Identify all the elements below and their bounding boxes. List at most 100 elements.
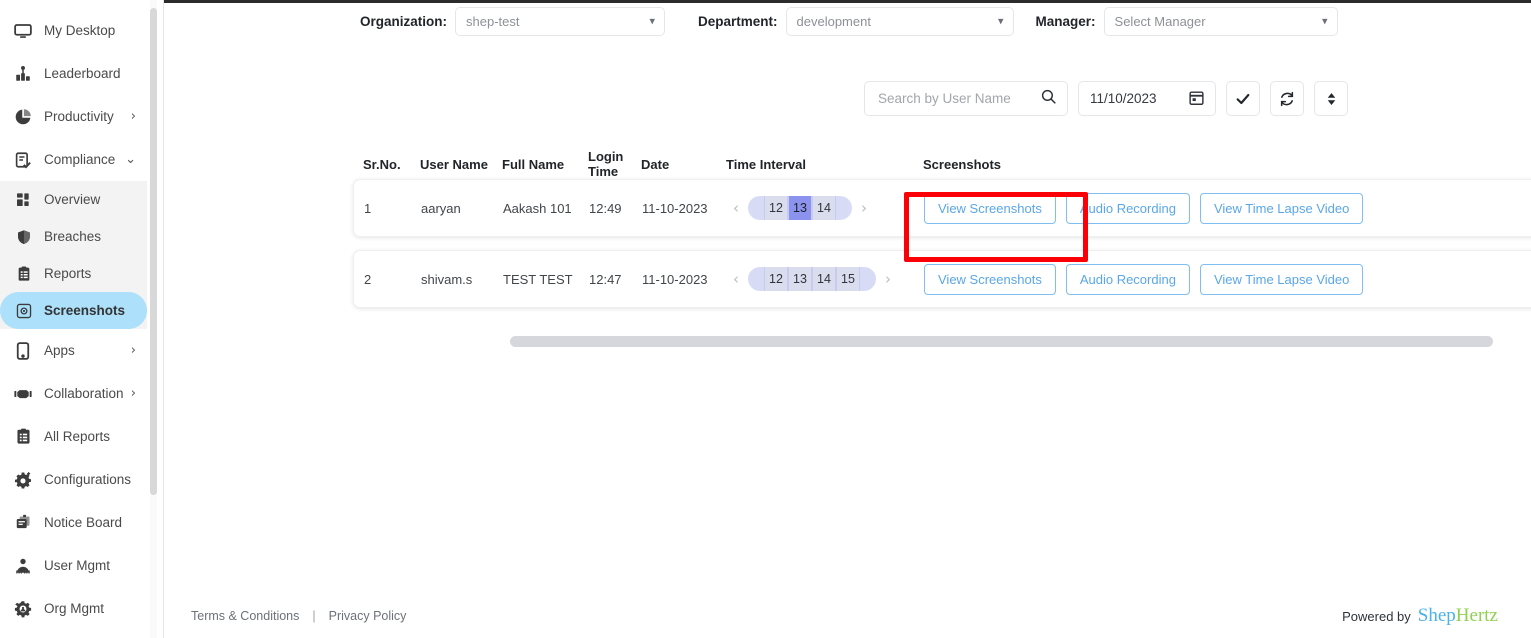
manager-label: Manager: <box>1035 13 1096 29</box>
interval-option[interactable]: 12 <box>764 196 788 220</box>
gear-plus-icon <box>12 469 34 491</box>
interval-option[interactable]: 12 <box>764 267 788 291</box>
audio-recording-button[interactable]: Audio Recording <box>1065 192 1190 224</box>
search-icon[interactable] <box>1040 88 1057 110</box>
manager-value: Select Manager <box>1114 13 1206 29</box>
sidebar-item-notice-board[interactable]: Notice Board <box>0 501 164 544</box>
sidebar-item-reports[interactable]: Reports <box>0 255 164 292</box>
mobile-icon <box>12 340 34 362</box>
sidebar-item-apps[interactable]: Apps › <box>0 329 164 372</box>
interval-option[interactable]: 15 <box>836 267 860 291</box>
chevron-down-icon: ⌄ <box>125 152 136 167</box>
sidebar-item-label: User Mgmt <box>44 558 111 573</box>
table-toolbar: 11/10/2023 <box>864 81 1348 116</box>
calendar-icon[interactable] <box>1188 89 1205 109</box>
sidebar-scrollbar-thumb[interactable] <box>150 8 157 495</box>
interval-next-arrow[interactable]: › <box>855 199 873 217</box>
sidebar-item-all-reports[interactable]: All Reports <box>0 415 164 458</box>
audio-recording-button[interactable]: Audio Recording <box>1065 263 1190 295</box>
column-header: Login Time <box>588 149 624 179</box>
sidebar-item-leaderboard[interactable]: Leaderboard <box>0 52 164 95</box>
time-interval-pager: ‹ 12 13 14 15 › <box>727 267 924 291</box>
interval-option[interactable]: 14 <box>812 196 836 220</box>
sidebar-item-org-mgmt[interactable]: Org Mgmt <box>0 587 164 630</box>
shield-icon <box>14 226 34 248</box>
interval-prev-arrow[interactable]: ‹ <box>727 199 745 217</box>
view-time-lapse-video-button[interactable]: View Time Lapse Video <box>1199 263 1364 295</box>
footer: Terms & Conditions | Privacy Policy Powe… <box>164 594 1531 638</box>
sidebar-item-screenshots[interactable]: Screenshots <box>0 292 147 329</box>
view-screenshots-button[interactable]: View Screenshots <box>924 192 1056 224</box>
grid-icon <box>14 189 34 211</box>
search-box[interactable] <box>864 81 1068 116</box>
clipboard-check-icon <box>12 149 34 171</box>
shephertz-logo: ShepHertz <box>1418 605 1498 627</box>
users-icon <box>12 555 34 577</box>
column-header: Sr.No. <box>363 156 401 172</box>
sidebar-item-productivity[interactable]: Productivity › <box>0 95 164 138</box>
powered-by-label: Powered by <box>1342 609 1411 624</box>
time-interval-pager: ‹ 12 13 14 › <box>727 196 924 220</box>
sort-button[interactable] <box>1314 81 1348 116</box>
sidebar-item-compliance[interactable]: Compliance ⌄ <box>0 138 164 181</box>
sidebar-item-user-mgmt[interactable]: User Mgmt <box>0 544 164 587</box>
table-row: 2 shivam.s TEST TEST 12:47 11-10-2023 ‹ 12 13 14… <box>353 250 1531 308</box>
cell-login-time: 12:47 <box>589 271 622 287</box>
chevron-down-icon: ▾ <box>649 14 655 28</box>
view-time-lapse-video-button[interactable]: View Time Lapse Video <box>1199 192 1364 224</box>
organization-label: Organization: <box>360 13 447 29</box>
table-body: 1 aaryan Aakash 101 12:49 11-10-2023 ‹ 12 13 14 ›… <box>353 179 1531 308</box>
all-reports-icon <box>12 426 34 448</box>
sidebar-item-configurations[interactable]: Configurations <box>0 458 164 501</box>
search-input[interactable] <box>876 90 1033 107</box>
sidebar-item-collaboration[interactable]: Collaboration › <box>0 372 164 415</box>
privacy-link[interactable]: Privacy Policy <box>329 609 407 623</box>
cell-user-name: shivam.s <box>421 271 473 287</box>
report-icon <box>14 263 34 285</box>
sidebar-nav-list: My Desktop Leaderboard Productivity › Compli… <box>0 0 164 638</box>
view-screenshots-button[interactable]: View Screenshots <box>924 263 1056 295</box>
sidebar-item-label: Org Mgmt <box>44 601 105 616</box>
organization-filter: Organization: shep-test ▾ <box>360 6 665 36</box>
notice-board-icon <box>12 512 34 534</box>
terms-link[interactable]: Terms & Conditions <box>191 609 299 623</box>
camera-icon <box>14 300 34 322</box>
sidebar-item-breaches[interactable]: Breaches <box>0 218 164 255</box>
table-row: 1 aaryan Aakash 101 12:49 11-10-2023 ‹ 12 13 14 ›… <box>353 179 1531 237</box>
cell-full-name: Aakash 101 <box>503 200 572 216</box>
chevron-down-icon: ▾ <box>1322 14 1328 28</box>
apply-filter-button[interactable] <box>1226 81 1260 116</box>
sidebar-item-label: Compliance <box>44 152 116 167</box>
table-hscrollbar-thumb[interactable] <box>510 336 1493 347</box>
date-field[interactable]: 11/10/2023 <box>1078 81 1216 116</box>
department-select[interactable]: development ▾ <box>785 6 1014 36</box>
column-header: Full Name <box>502 156 565 172</box>
screenshots-table: Sr.No. User Name Full Name Login Time Date Ti… <box>353 149 1531 321</box>
department-label: Department: <box>698 13 778 29</box>
column-header: Date <box>641 156 670 172</box>
organization-select[interactable]: shep-test ▾ <box>455 6 665 36</box>
filter-bar: Organization: shep-test ▾ Department: de… <box>164 3 1531 39</box>
manager-select[interactable]: Select Manager ▾ <box>1103 6 1338 36</box>
cell-sr: 1 <box>364 200 372 216</box>
interval-option[interactable]: 14 <box>812 267 836 291</box>
screenshots-page: My Desktop Leaderboard Productivity › Compli… <box>0 0 1531 638</box>
interval-option[interactable]: 13 <box>788 267 812 291</box>
sidebar-item-label: Configurations <box>44 472 132 487</box>
chevron-right-icon: › <box>130 386 136 401</box>
organization-value: shep-test <box>466 13 520 29</box>
sidebar-item-my-desktop[interactable]: My Desktop <box>0 9 164 52</box>
brand-part-2: Hertz <box>1455 605 1498 626</box>
sidebar-item-label: Collaboration <box>44 386 124 401</box>
sidebar-item-label: Overview <box>44 192 101 207</box>
interval-prev-arrow[interactable]: ‹ <box>727 270 745 288</box>
screenshot-actions: View Screenshots Audio Recording View Time… <box>924 263 1531 295</box>
interval-next-arrow[interactable]: › <box>879 270 897 288</box>
powered-by: Powered by ShepHertz <box>1342 605 1498 627</box>
sidebar-item-overview[interactable]: Overview <box>0 181 164 218</box>
sidebar-item-label: My Desktop <box>44 23 116 38</box>
department-value: development <box>796 13 871 29</box>
refresh-button[interactable] <box>1270 81 1304 116</box>
interval-option[interactable]: 13 <box>788 196 812 220</box>
cell-sr: 2 <box>364 271 372 287</box>
